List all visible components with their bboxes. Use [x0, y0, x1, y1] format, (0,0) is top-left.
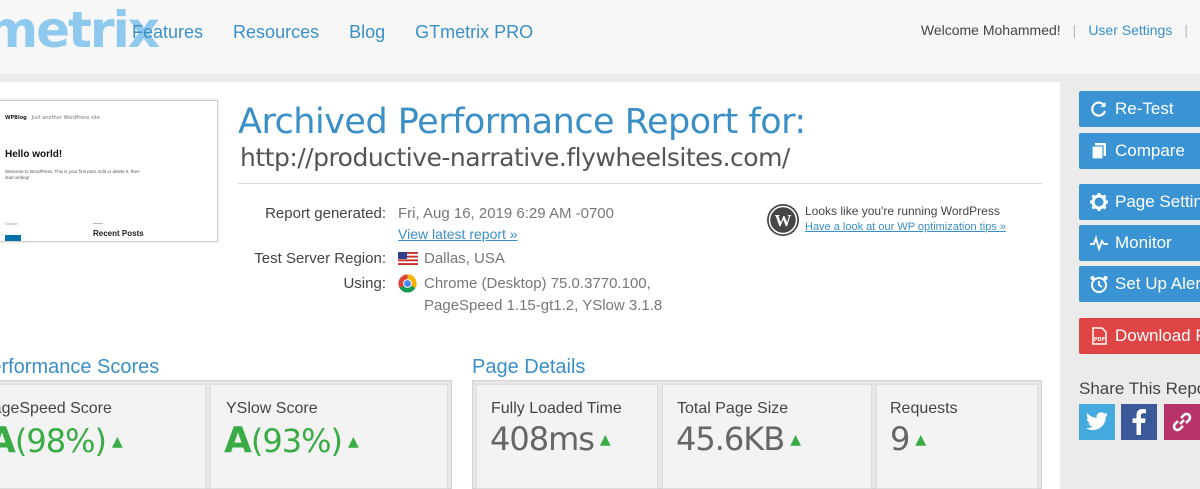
wordpress-icon: W — [767, 204, 799, 236]
user-area: Welcome Mohammed! | User Settings | — [921, 22, 1200, 38]
nav-resources[interactable]: Resources — [233, 20, 319, 44]
yslow-label: YSlow Score — [226, 400, 318, 417]
set-up-alerts-button[interactable]: Set Up Alerts — [1079, 266, 1200, 302]
pagespeed-score: A(98%) ▲ — [0, 420, 123, 461]
using-label: Using: — [343, 275, 386, 292]
up-arrow-icon: ▲ — [599, 432, 611, 448]
page-details-title: Page Details — [472, 356, 586, 378]
region-label: Test Server Region: — [254, 250, 386, 267]
main-nav: Features Resources Blog GTmetrix PRO — [132, 20, 533, 44]
title-divider — [238, 183, 1042, 184]
monitor-label: Monitor — [1115, 233, 1172, 252]
alarm-clock-icon — [1090, 276, 1108, 293]
retest-button[interactable]: Re-Test — [1079, 91, 1200, 127]
compare-label: Compare — [1115, 141, 1185, 160]
pagespeed-label: PageSpeed Score — [0, 400, 112, 417]
thumb-search-button — [5, 235, 21, 241]
thumb-recent-posts: Recent Posts — [93, 229, 144, 238]
retest-label: Re-Test — [1115, 99, 1174, 118]
using-value-browser: Chrome (Desktop) 75.0.3770.100, — [424, 275, 651, 292]
svg-text:PDF: PDF — [1094, 337, 1105, 343]
site-screenshot-thumbnail: WPBlog Just another WordPress site Hello… — [0, 100, 218, 242]
compare-icon — [1091, 143, 1106, 160]
set-up-alerts-label: Set Up Alerts — [1115, 274, 1200, 293]
wp-optimization-tips-link[interactable]: Have a look at our WP optimization tips … — [805, 221, 1006, 233]
thumb-post-title: Hello world! — [5, 149, 63, 160]
us-flag-icon — [398, 252, 418, 265]
page-settings-label: Page Settings — [1115, 192, 1200, 211]
fully-loaded-label: Fully Loaded Time — [491, 400, 622, 417]
page-size-value: 45.6KB ▲ — [676, 420, 801, 458]
nav-features[interactable]: Features — [132, 20, 203, 44]
requests-value: 9 ▲ — [890, 420, 926, 458]
yslow-score: A(93%) ▲ — [224, 420, 359, 461]
up-arrow-icon: ▲ — [347, 434, 359, 450]
separator: | — [1184, 22, 1188, 38]
thumb-search-label: Search — [5, 221, 18, 226]
thumb-site-header: WPBlog Just another WordPress site — [5, 115, 101, 121]
download-pdf-label: Download PDF — [1115, 326, 1200, 345]
welcome-text: Welcome Mohammed! — [920, 22, 1061, 38]
up-arrow-icon: ▲ — [915, 432, 926, 448]
nav-gtmetrix-pro[interactable]: GTmetrix PRO — [415, 20, 533, 44]
separator: | — [1072, 22, 1077, 38]
pdf-icon: PDF — [1092, 327, 1107, 345]
download-pdf-button[interactable]: PDF Download PDF — [1079, 318, 1200, 354]
twitter-icon — [1086, 412, 1108, 431]
link-share-button[interactable] — [1164, 404, 1200, 440]
using-value-versions: PageSpeed 1.15-gt1.2, YSlow 3.1.8 — [424, 297, 663, 314]
report-url: http://productive-narrative.flywheelsite… — [240, 143, 790, 172]
svg-text:W: W — [775, 211, 792, 230]
twitter-share-button[interactable] — [1079, 404, 1115, 440]
fully-loaded-value: 408ms ▲ — [490, 420, 611, 458]
monitor-button[interactable]: Monitor — [1079, 225, 1200, 261]
region-value: Dallas, USA — [424, 250, 505, 267]
performance-scores-title: Performance Scores — [0, 356, 160, 378]
page-settings-button[interactable]: Page Settings — [1079, 184, 1200, 220]
thumb-post-body: Welcome to WordPress. This is your first… — [5, 169, 140, 180]
facebook-icon — [1132, 409, 1146, 435]
up-arrow-icon: ▲ — [790, 432, 801, 448]
view-latest-report-link[interactable]: View latest report » — [398, 226, 518, 242]
requests-label: Requests — [890, 400, 958, 417]
report-title: Archived Performance Report for: — [238, 102, 806, 142]
chrome-icon — [398, 274, 417, 293]
gear-icon — [1090, 193, 1108, 211]
link-icon — [1172, 412, 1192, 432]
top-header: metrix Features Resources Blog GTmetrix … — [0, 0, 1200, 74]
page-size-label: Total Page Size — [677, 400, 789, 417]
generated-value: Fri, Aug 16, 2019 6:29 AM -0700 — [398, 205, 614, 222]
thumb-divider — [93, 223, 103, 224]
generated-label: Report generated: — [265, 205, 386, 222]
wordpress-notice-text: Looks like you're running WordPress — [805, 204, 1000, 218]
nav-blog[interactable]: Blog — [349, 20, 385, 44]
share-title: Share This Report — [1079, 379, 1200, 398]
pulse-icon — [1090, 234, 1108, 252]
facebook-share-button[interactable] — [1121, 404, 1157, 440]
compare-button[interactable]: Compare — [1079, 133, 1200, 169]
up-arrow-icon: ▲ — [111, 434, 123, 450]
user-settings-link[interactable]: User Settings — [1088, 22, 1172, 38]
refresh-icon — [1091, 101, 1107, 117]
